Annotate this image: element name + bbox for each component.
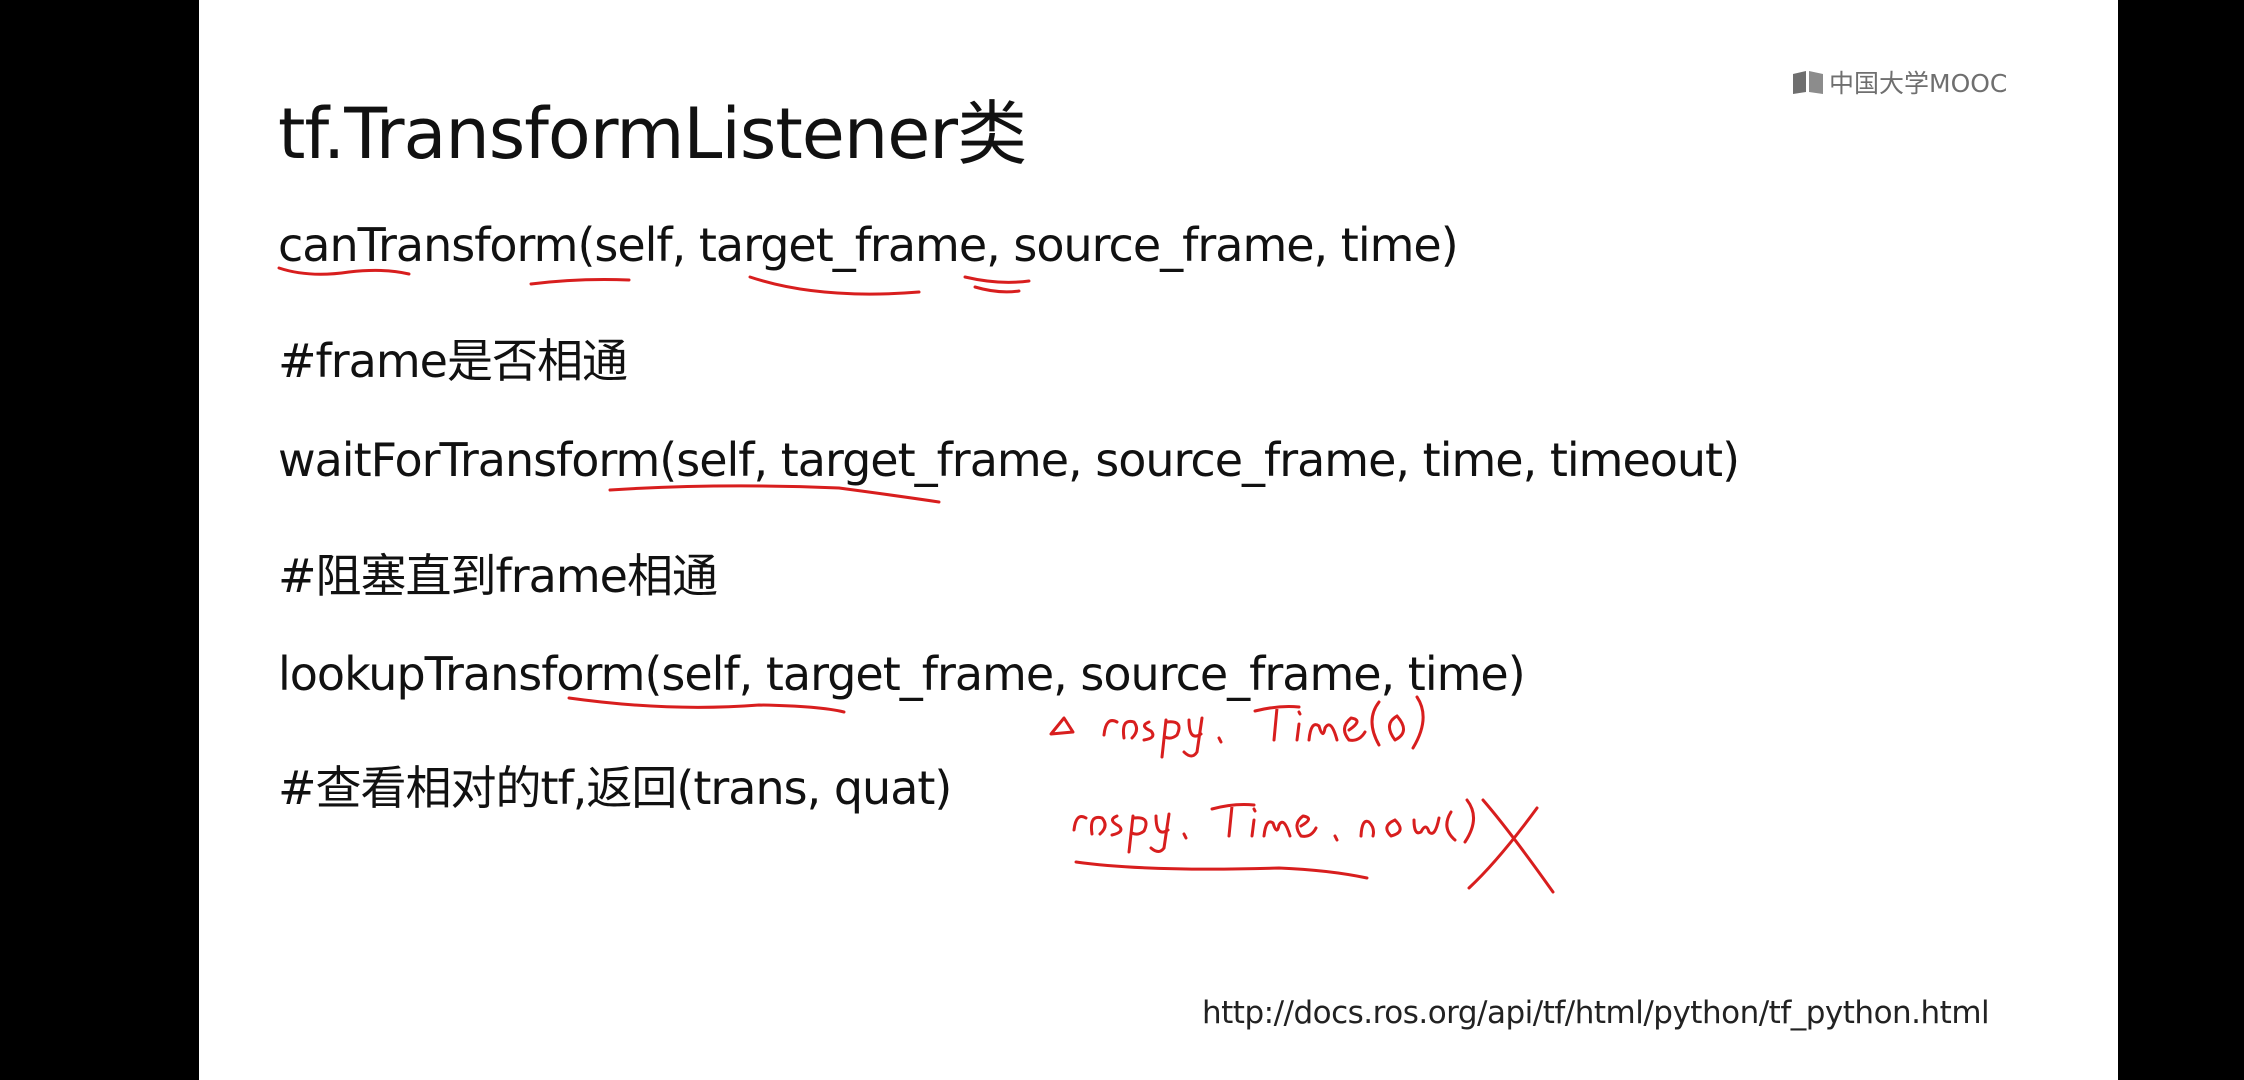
slide-title: tf.TransformListener类 bbox=[278, 93, 1027, 175]
api-line-can-transform: canTransform(self, target_frame, source_… bbox=[278, 218, 1459, 272]
slide: 中国大学MOOC tf.TransformListener类 canTransf… bbox=[199, 0, 2118, 1080]
triangle-mark bbox=[1049, 716, 1075, 736]
note-rospy-time-now bbox=[1072, 798, 1475, 854]
api-line-wait-for-transform: waitForTransform(self, target_frame, sou… bbox=[278, 433, 1740, 487]
book-icon bbox=[1793, 71, 1823, 94]
api-line-lookup-transform: lookupTransform(self, target_frame, sour… bbox=[278, 647, 1526, 701]
comment-line-2: #阻塞直到frame相通 bbox=[278, 549, 718, 603]
underline-wait-args bbox=[608, 484, 941, 504]
comment-line-1: #frame是否相通 bbox=[278, 334, 628, 388]
underline-time-1 bbox=[963, 275, 1031, 294]
underline-target-frame-1 bbox=[529, 278, 631, 286]
comment-line-3: #查看相对的tf,返回(trans, quat) bbox=[278, 761, 952, 815]
mooc-logo: 中国大学MOOC bbox=[1791, 64, 2007, 100]
note-rospy-time-0 bbox=[1102, 695, 1425, 759]
logo-text: 中国大学MOOC bbox=[1829, 69, 2008, 98]
underline-source-frame-1 bbox=[748, 275, 921, 296]
underline-time-now bbox=[1074, 860, 1369, 880]
x-mark bbox=[1467, 798, 1555, 894]
doc-url: http://docs.ros.org/api/tf/html/python/t… bbox=[1202, 995, 1990, 1031]
